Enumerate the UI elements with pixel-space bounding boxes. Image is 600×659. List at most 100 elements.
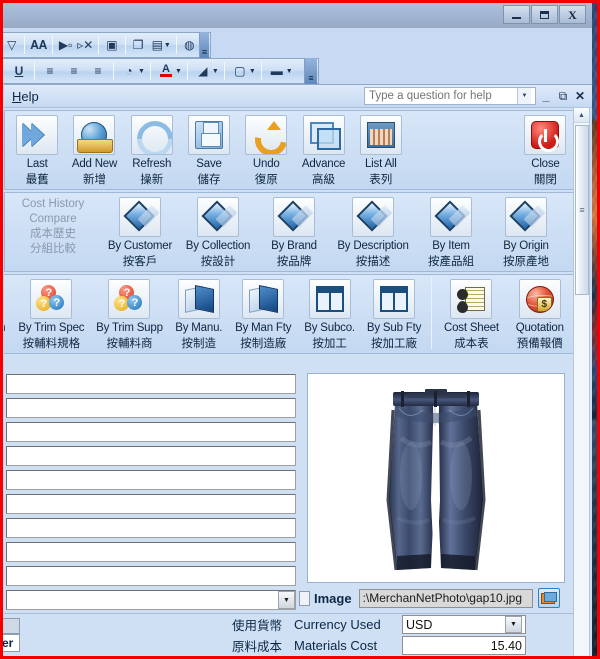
menu-item-help[interactable]: Help bbox=[12, 89, 39, 104]
by-subcontractor-icon bbox=[309, 279, 351, 319]
by-origin-icon bbox=[505, 197, 547, 237]
text-field[interactable] bbox=[6, 374, 296, 394]
by-item-button[interactable]: By Item 按產品組 bbox=[415, 193, 487, 269]
product-image bbox=[361, 380, 511, 576]
form-row bbox=[6, 373, 296, 395]
text-field[interactable] bbox=[6, 398, 296, 418]
undo-icon bbox=[245, 115, 287, 155]
by-brand-button[interactable]: By Brand 按品牌 bbox=[257, 193, 331, 269]
border-width-icon[interactable]: ▢ bbox=[229, 60, 251, 82]
cost-detail-band: em 述 ??? By Trim Spec 按輔料規格 ??? By Trim … bbox=[4, 274, 575, 354]
vertical-scrollbar[interactable]: ▲ ≡ bbox=[573, 107, 590, 656]
undo-button[interactable]: Undo 復原 bbox=[238, 111, 295, 187]
by-trim-spec-button[interactable]: ??? By Trim Spec 按輔料規格 bbox=[12, 275, 90, 351]
currency-used-combo[interactable]: USD ▼ bbox=[402, 615, 526, 634]
save-button[interactable]: Save 儲存 bbox=[180, 111, 237, 187]
properties-icon[interactable]: ▣ bbox=[103, 34, 120, 56]
fill-color-icon[interactable]: ◔ bbox=[118, 60, 140, 82]
toolbar-separator bbox=[224, 62, 225, 80]
align-center-icon[interactable]: ≡ bbox=[63, 60, 85, 82]
by-trim-supp-button[interactable]: ??? By Trim Supp 按輔料商 bbox=[90, 275, 168, 351]
toolbar-overflow-handle[interactable]: ≡ bbox=[199, 32, 209, 58]
browse-image-button[interactable] bbox=[538, 588, 560, 608]
close-record-button[interactable]: Close 關閉 bbox=[517, 111, 574, 187]
combo-field[interactable]: ▼ bbox=[6, 590, 296, 610]
text-field[interactable] bbox=[6, 518, 296, 538]
text-field[interactable] bbox=[6, 542, 296, 562]
underline-icon[interactable]: U bbox=[8, 60, 30, 82]
border-width-dropdown-icon[interactable]: ▼ bbox=[249, 68, 256, 75]
align-right-icon[interactable]: ≡ bbox=[87, 60, 109, 82]
list-all-button[interactable]: List All 表列 bbox=[352, 111, 409, 187]
by-manufacturer-button[interactable]: By Manu. 按制造 bbox=[169, 275, 230, 351]
line-color-dropdown-icon[interactable]: ▼ bbox=[212, 68, 219, 75]
font-color-icon[interactable]: A bbox=[155, 60, 177, 82]
find-binoculars-icon[interactable]: 𝐀𝐀 bbox=[29, 34, 48, 56]
special-effect-icon[interactable]: ▬ bbox=[266, 60, 288, 82]
materials-cost-field[interactable]: 15.40 bbox=[402, 636, 526, 655]
chevron-down-icon[interactable]: ▼ bbox=[505, 616, 522, 633]
maximize-button[interactable] bbox=[531, 5, 558, 24]
chevron-down-icon[interactable]: ▼ bbox=[278, 591, 295, 609]
refresh-button[interactable]: Refresh 操新 bbox=[123, 111, 180, 187]
row-label-zh: 使用貨幣 bbox=[4, 615, 294, 634]
help-question-input[interactable] bbox=[365, 88, 517, 104]
text-field[interactable] bbox=[6, 446, 296, 466]
by-customer-button[interactable]: By Customer 按客戶 bbox=[101, 193, 179, 269]
mdi-close-button[interactable]: ✕ bbox=[572, 87, 588, 105]
by-collection-button[interactable]: By Collection 按設計 bbox=[179, 193, 257, 269]
help-question-dropdown-icon[interactable]: ▼ bbox=[517, 88, 531, 104]
align-left-icon[interactable]: ≡ bbox=[39, 60, 61, 82]
text-field[interactable] bbox=[6, 566, 296, 586]
scrollbar-thumb[interactable]: ≡ bbox=[575, 125, 589, 295]
quotation-button[interactable]: Quotation 預備報價 bbox=[506, 275, 574, 351]
text-field[interactable] bbox=[6, 422, 296, 442]
by-origin-button[interactable]: By Origin 按原產地 bbox=[487, 193, 565, 269]
command-label-zh: 按制造 bbox=[182, 335, 217, 351]
special-effect-dropdown-icon[interactable]: ▼ bbox=[286, 68, 293, 75]
cost-sheet-button[interactable]: Cost Sheet 成本表 bbox=[437, 275, 505, 351]
help-icon[interactable]: ◍ bbox=[181, 34, 198, 56]
by-description-button[interactable]: By Description 按描述 bbox=[331, 193, 415, 269]
advance-button[interactable]: Advance 高級 bbox=[295, 111, 352, 187]
last-record-button[interactable]: Last 最舊 bbox=[9, 111, 66, 187]
image-checkbox[interactable] bbox=[299, 591, 310, 606]
cost-history-compare-band: Cost History Compare 成本歷史 分組比較 By Custom… bbox=[4, 192, 575, 272]
list-all-icon bbox=[360, 115, 402, 155]
text-field[interactable] bbox=[6, 470, 296, 490]
command-label-zh: 按設計 bbox=[201, 253, 236, 269]
record-actions-band: Last 最舊 Add New 新增 Refresh 操新 Save 儲存 bbox=[4, 110, 575, 190]
last-icon bbox=[16, 115, 58, 155]
command-label-zh: 最舊 bbox=[26, 171, 49, 187]
command-label-zh: 關閉 bbox=[534, 171, 557, 187]
by-manufacturing-factory-button[interactable]: By Man Fty 按制造廠 bbox=[229, 275, 297, 351]
by-subcontractor-button[interactable]: By Subco. 按加工 bbox=[297, 275, 361, 351]
image-path-field[interactable]: :\MerchanNetPhoto\gap10.jpg bbox=[359, 589, 533, 608]
command-label-zh: 預備報價 bbox=[517, 335, 563, 351]
help-question-box[interactable]: ▼ bbox=[364, 87, 536, 105]
command-label-zh: 按客戶 bbox=[123, 253, 158, 269]
filter-funnel-icon[interactable]: ▽ bbox=[3, 34, 20, 56]
text-field[interactable] bbox=[6, 494, 296, 514]
toolbar-separator bbox=[34, 62, 35, 80]
run-query-icon[interactable]: ▶▫ bbox=[57, 34, 74, 56]
font-color-dropdown-icon[interactable]: ▼ bbox=[175, 68, 182, 75]
by-manufacturing-factory-icon bbox=[242, 279, 284, 319]
minimize-button[interactable] bbox=[503, 5, 530, 24]
mdi-restore-button[interactable]: ⧉ bbox=[555, 87, 571, 105]
line-color-icon[interactable]: ◢ bbox=[192, 60, 214, 82]
relationships-icon[interactable]: ❐ bbox=[130, 34, 147, 56]
currency-cost-grid: 使用貨幣 Currency Used USD ▼ 原料成本 Materials … bbox=[4, 613, 575, 656]
by-subcontract-factory-button[interactable]: By Sub Fty 按加工廠 bbox=[362, 275, 426, 351]
toolbar-overflow-handle[interactable]: ≡ bbox=[304, 58, 317, 84]
form-row bbox=[6, 541, 296, 563]
close-button[interactable]: X bbox=[559, 5, 586, 24]
fill-color-dropdown-icon[interactable]: ▼ bbox=[138, 68, 145, 75]
mdi-minimize-button[interactable]: _ bbox=[538, 87, 554, 105]
italic-icon[interactable]: I bbox=[3, 60, 6, 82]
add-new-button[interactable]: Add New 新增 bbox=[66, 111, 123, 187]
new-object-dropdown-icon[interactable]: ▼ bbox=[164, 42, 171, 49]
scroll-up-arrow-icon[interactable]: ▲ bbox=[574, 108, 589, 123]
delete-record-icon[interactable]: ▹✕ bbox=[76, 34, 94, 56]
form-row: ▼ bbox=[6, 589, 296, 611]
